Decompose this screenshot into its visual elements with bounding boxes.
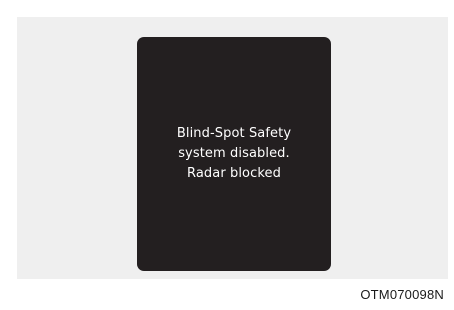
warning-message-line-2: system disabled.	[178, 146, 290, 161]
figure-code: OTM070098N	[360, 287, 444, 302]
warning-message: Blind-Spot Safety system disabled. Radar…	[177, 124, 291, 184]
cluster-display-screen: Blind-Spot Safety system disabled. Radar…	[137, 37, 331, 271]
warning-message-line-1: Blind-Spot Safety	[176, 126, 292, 141]
warning-message-line-3: Radar blocked	[186, 166, 281, 181]
figure-frame: Blind-Spot Safety system disabled. Radar…	[0, 0, 454, 310]
